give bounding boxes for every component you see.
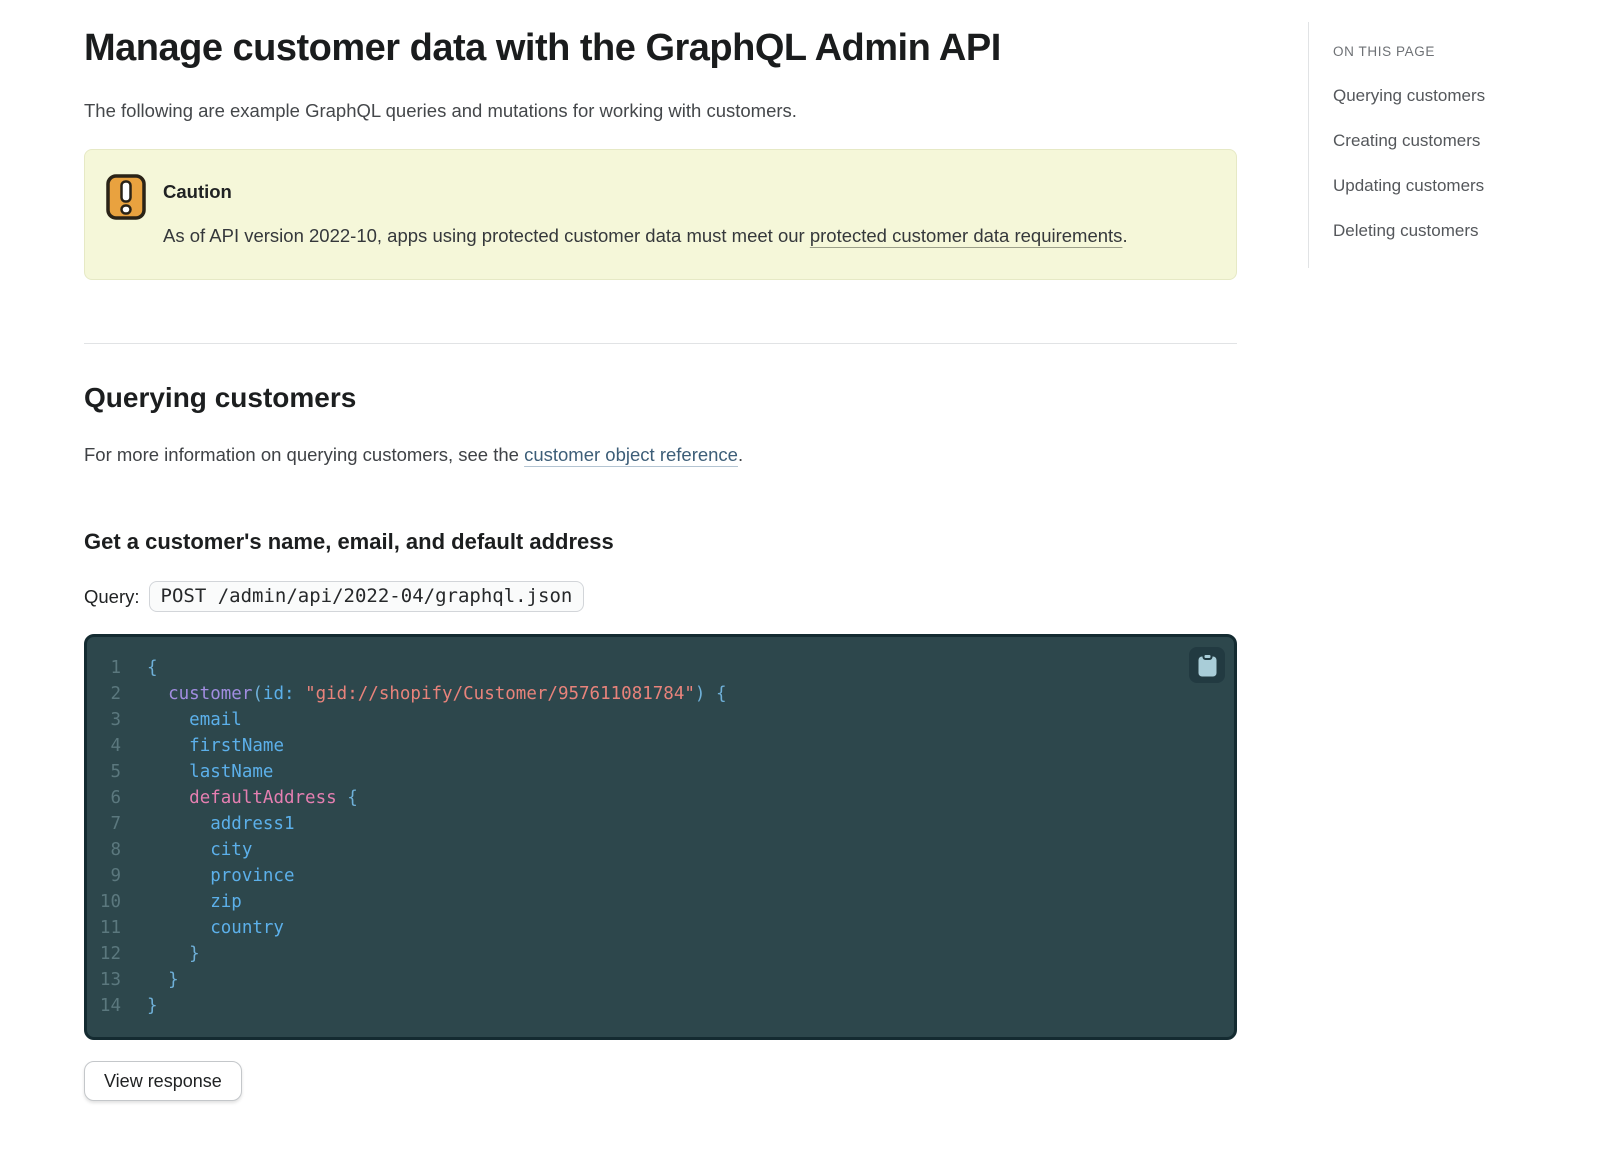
section-heading-querying-customers: Querying customers [84, 382, 357, 413]
sidebar-item-updating-customers[interactable]: Updating customers [1333, 177, 1600, 195]
code-line: 2 customer(id: "gid://shopify/Customer/9… [87, 681, 1234, 707]
clipboard-icon [1197, 652, 1218, 678]
code-line: 13 } [87, 967, 1234, 993]
line-number: 5 [110, 762, 121, 782]
protected-customer-data-link[interactable]: protected customer data requirements [810, 225, 1123, 246]
warning-icon [106, 174, 146, 251]
code-text: province [210, 866, 295, 886]
line-number: 14 [99, 996, 121, 1016]
code-line: 5 lastName [87, 759, 1234, 785]
code-line: 6 defaultAddress { [87, 785, 1234, 811]
code-text: defaultAddress { [189, 788, 358, 808]
customer-object-reference-link[interactable]: customer object reference [524, 444, 738, 465]
caution-callout: Caution As of API version 2022-10, apps … [84, 149, 1237, 280]
code-text: } [147, 996, 158, 1016]
caution-text-before: As of API version 2022-10, apps using pr… [163, 225, 810, 246]
code-text: zip [210, 892, 242, 912]
caution-text: As of API version 2022-10, apps using pr… [163, 221, 1128, 251]
query-label: Query: [84, 585, 140, 607]
code-line: 4 firstName [87, 733, 1234, 759]
code-text: firstName [189, 736, 284, 756]
view-response-button[interactable]: View response [84, 1061, 242, 1101]
line-number: 1 [110, 658, 121, 678]
line-number: 9 [110, 866, 121, 886]
code-line: 12 } [87, 941, 1234, 967]
sidebar-item-querying-customers[interactable]: Querying customers [1333, 87, 1600, 105]
query-row: Query: POST /admin/api/2022-04/graphql.j… [84, 581, 1237, 612]
section-intro: For more information on querying custome… [84, 442, 1237, 468]
line-number: 11 [99, 918, 121, 938]
line-number: 13 [99, 970, 121, 990]
sidebar-heading: ON THIS PAGE [1333, 44, 1435, 59]
caution-body: Caution As of API version 2022-10, apps … [163, 174, 1128, 251]
example-heading: Get a customer's name, email, and defaul… [84, 529, 614, 554]
section-intro-before: For more information on querying custome… [84, 444, 525, 465]
code-text: address1 [210, 814, 295, 834]
page-title: Manage customer data with the GraphQL Ad… [84, 27, 1001, 69]
code-text: } [189, 944, 200, 964]
code-text: city [210, 840, 253, 860]
code-text: country [210, 918, 284, 938]
caution-text-after: . [1122, 225, 1128, 246]
line-number: 3 [110, 710, 121, 730]
code-line: 7 address1 [87, 811, 1234, 837]
line-number: 8 [110, 840, 121, 860]
code-line: 11 country [87, 915, 1234, 941]
code-text: email [189, 710, 242, 730]
main-content: Manage customer data with the GraphQL Ad… [84, 26, 1237, 1101]
on-this-page-sidebar: ON THIS PAGE Querying customers Creating… [1308, 22, 1600, 268]
line-number: 2 [110, 684, 121, 704]
line-number: 7 [110, 814, 121, 834]
endpoint-chip: POST /admin/api/2022-04/graphql.json [148, 581, 585, 612]
code-text: } [168, 970, 179, 990]
section-intro-after: . [737, 444, 744, 465]
sidebar-item-deleting-customers[interactable]: Deleting customers [1333, 222, 1600, 240]
line-number: 12 [99, 944, 121, 964]
code-line: 14} [87, 993, 1234, 1019]
page-subtitle: The following are example GraphQL querie… [84, 100, 797, 121]
code-line: 9 province [87, 863, 1234, 889]
section-divider [84, 343, 1237, 344]
line-number: 10 [99, 892, 121, 912]
copy-button[interactable] [1189, 647, 1225, 683]
code-block: 1{2 customer(id: "gid://shopify/Customer… [84, 634, 1237, 1040]
code-line: 8 city [87, 837, 1234, 863]
caution-title: Caution [163, 181, 232, 202]
line-number: 6 [110, 788, 121, 808]
code-text: { [147, 658, 158, 678]
code-line: 1{ [87, 655, 1234, 681]
code-line: 3 email [87, 707, 1234, 733]
code-text: customer(id: "gid://shopify/Customer/957… [168, 684, 727, 704]
line-number: 4 [110, 736, 121, 756]
sidebar-item-creating-customers[interactable]: Creating customers [1333, 132, 1600, 150]
code-text: lastName [189, 762, 274, 782]
code-lines: 1{2 customer(id: "gid://shopify/Customer… [87, 655, 1234, 1019]
code-line: 10 zip [87, 889, 1234, 915]
